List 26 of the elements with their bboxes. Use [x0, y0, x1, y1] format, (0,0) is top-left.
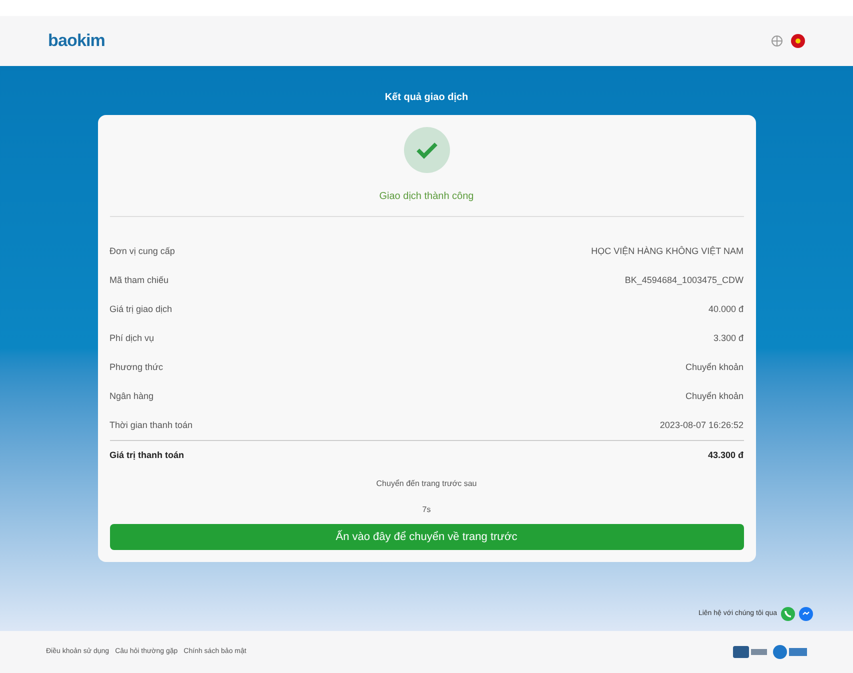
- total-label: Giá trị thanh toán: [110, 448, 184, 462]
- page-title: Kết quả giao dịch: [384, 91, 468, 105]
- detail-label: Thời gian thanh toán: [110, 418, 192, 432]
- phone-icon[interactable]: [781, 607, 795, 621]
- detail-label: Mã tham chiếu: [110, 274, 169, 287]
- detail-value: BK_4594684_1003475_CDW: [624, 274, 744, 287]
- countdown: 7s: [422, 504, 431, 516]
- detail-value: 3.300 đ: [713, 332, 744, 345]
- detail-value: Chuyển khoản: [685, 360, 744, 374]
- detail-value: Chuyển khoản: [685, 390, 744, 403]
- detail-label: Giá trị giao dịch: [110, 302, 172, 316]
- check-icon: [404, 127, 450, 173]
- detail-label: Ngân hàng: [110, 390, 154, 403]
- redirect-note: Chuyển đến trang trước sau: [376, 478, 477, 490]
- detail-value: 40.000 đ: [708, 302, 744, 316]
- globe-icon[interactable]: [771, 35, 783, 47]
- detail-value: 2023-08-07 16:26:52: [660, 418, 744, 432]
- detail-label: Đơn vị cung cấp: [110, 244, 175, 258]
- chat-icon[interactable]: [799, 607, 813, 621]
- detail-label: Phương thức: [110, 360, 163, 374]
- total-value: 43.300 đ: [708, 448, 744, 462]
- flag-icon[interactable]: [791, 34, 805, 48]
- logo[interactable]: baokim: [48, 28, 105, 54]
- status-text: Giao dịch thành công: [379, 190, 474, 204]
- detail-value: HỌC VIỆN HÀNG KHÔNG VIỆT NAM: [591, 244, 744, 258]
- detail-label: Phí dịch vụ: [110, 332, 154, 345]
